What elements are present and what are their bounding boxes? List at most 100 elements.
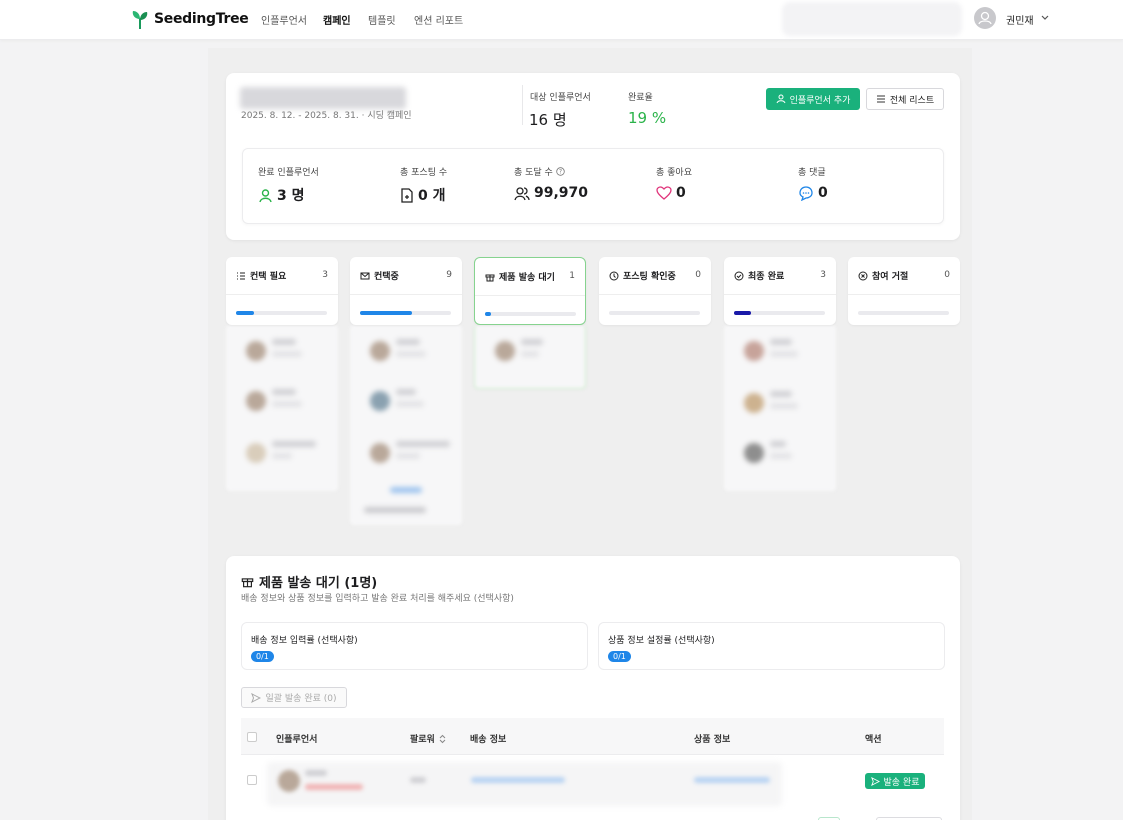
column-contact-needed[interactable]: 컨택 필요 3 (226, 257, 338, 325)
gift-icon (485, 274, 495, 281)
stat-label-posts: 총 포스팅 수 (400, 168, 448, 178)
column-title: 제품 발송 대기 (499, 273, 555, 283)
row-checkbox[interactable] (247, 775, 257, 785)
heart-icon (656, 186, 672, 200)
column-cards-final-complete (724, 325, 836, 491)
col-header-action: 액션 (865, 735, 882, 745)
column-cards-contact-needed (226, 325, 338, 491)
shipping-info-box: 배송 정보 입력률 (선택사항) 0/1 (241, 622, 588, 670)
nav-link-report[interactable]: 엔션 리포트 (414, 12, 463, 27)
mail-icon (360, 272, 370, 279)
column-progress (858, 311, 949, 315)
check-circle-icon (734, 271, 744, 280)
stat-label-likes: 총 좋아요 (656, 168, 692, 178)
target-value: 16 명 (529, 111, 567, 129)
rate-value: 19 % (628, 109, 667, 127)
stats-panel: 완료 인플루언서 3 명 총 포스팅 수 0 개 총 도달 수 ? 99,970… (242, 148, 944, 224)
chevron-down-icon[interactable] (1040, 10, 1050, 26)
column-title: 컨택 필요 (250, 272, 287, 282)
help-icon[interactable]: ? (556, 167, 565, 176)
column-progress (485, 312, 576, 316)
add-influencer-button[interactable]: 인플루언서 추가 (766, 88, 860, 110)
document-icon (401, 187, 413, 203)
comment-icon (799, 185, 813, 201)
column-count: 3 (820, 270, 826, 280)
stat-completed: 3 명 (258, 185, 305, 205)
stat-likes-value: 0 (676, 185, 686, 201)
bulk-send-button[interactable]: 일괄 발송 완료 (0) (241, 687, 347, 708)
clock-icon (609, 271, 619, 280)
column-progress (360, 311, 451, 315)
campaign-title-blurred (240, 87, 406, 109)
stat-comments: 0 (798, 185, 828, 201)
column-awaiting-shipment[interactable]: 제품 발송 대기 1 (474, 257, 586, 325)
product-badge: 0/1 (608, 651, 631, 662)
col-header-product: 상품 정보 (694, 735, 731, 745)
col-header-influencer: 인플루언서 (276, 735, 318, 745)
brand-logo[interactable]: SeedingTree (131, 8, 249, 30)
avatar[interactable] (974, 7, 996, 29)
target-label: 대상 인플루언서 (530, 93, 591, 103)
column-final-complete[interactable]: 최종 완료 3 (724, 257, 836, 325)
shipping-label: 배송 정보 입력률 (선택사항) (251, 636, 358, 646)
column-count: 3 (322, 270, 328, 280)
stat-posts: 0 개 (400, 185, 446, 205)
column-count: 9 (446, 270, 452, 280)
shipping-badge: 0/1 (251, 651, 274, 662)
nav-link-template[interactable]: 템플릿 (368, 12, 396, 27)
gift-icon (241, 578, 254, 588)
col-header-followers-label: 팔로워 (410, 735, 435, 745)
stat-label-reach-wrap: 총 도달 수 ? (514, 165, 565, 178)
blurred-header-widget (782, 2, 962, 36)
nav-link-influencer[interactable]: 인플루언서 (261, 12, 307, 27)
user-icon (978, 11, 992, 25)
table-header (241, 718, 944, 755)
row-avatar (278, 770, 300, 792)
send-icon (251, 692, 262, 703)
column-progress-fill (734, 311, 752, 315)
person-icon (259, 188, 272, 202)
column-progress-fill (360, 311, 412, 315)
column-progress-fill (236, 311, 255, 315)
column-count: 0 (695, 270, 701, 280)
svg-text:?: ? (559, 169, 562, 176)
column-title: 컨택중 (374, 272, 399, 282)
stat-label-comments: 총 댓글 (798, 168, 826, 178)
stat-comments-value: 0 (818, 185, 828, 201)
section-header: 제품 발송 대기 (1명) (241, 572, 377, 591)
column-progress (236, 311, 327, 315)
campaign-summary-card: 2025. 8. 12. - 2025. 8. 31. · 시딩 캠페인 대상 … (226, 73, 960, 240)
user-name[interactable]: 권민재 (1006, 12, 1034, 27)
stat-reach: 99,970 (514, 185, 588, 201)
bulk-send-label: 일괄 발송 완료 (0) (265, 694, 337, 704)
stat-likes: 0 (656, 185, 686, 201)
stat-completed-value: 3 명 (277, 188, 305, 204)
nav-link-campaign[interactable]: 캠페인 (323, 12, 351, 27)
column-title: 포스팅 확인중 (623, 272, 676, 282)
column-cards-contacting (350, 325, 462, 525)
product-label: 상품 정보 설정률 (선택사항) (608, 636, 715, 646)
section-title: 제품 발송 대기 (1명) (259, 576, 378, 591)
add-influencer-label: 인플루언서 추가 (789, 95, 851, 106)
send-complete-button[interactable]: 발송 완료 (865, 773, 925, 789)
sort-icon[interactable] (439, 734, 446, 744)
col-header-followers[interactable]: 팔로워 (410, 732, 446, 745)
list-icon (876, 95, 885, 103)
col-header-shipping: 배송 정보 (470, 735, 507, 745)
column-posting-check[interactable]: 포스팅 확인중 0 (599, 257, 711, 325)
x-circle-icon (858, 271, 868, 280)
column-title: 최종 완료 (748, 272, 785, 282)
stat-posts-value: 0 개 (418, 188, 446, 204)
column-contacting[interactable]: 컨택중 9 (350, 257, 462, 325)
column-cards-awaiting-shipment (474, 325, 586, 389)
rate-label: 완료율 (628, 93, 653, 103)
stat-label-reach: 총 도달 수 (514, 168, 553, 178)
brand-name: SeedingTree (154, 11, 249, 27)
select-all-checkbox[interactable] (247, 732, 257, 742)
send-icon (870, 776, 880, 786)
full-list-label: 전체 리스트 (889, 95, 935, 106)
column-declined[interactable]: 참여 거절 0 (848, 257, 960, 325)
stat-label-completed: 완료 인플루언서 (258, 168, 319, 178)
full-list-button[interactable]: 전체 리스트 (866, 88, 944, 110)
column-title: 참여 거절 (872, 272, 909, 282)
